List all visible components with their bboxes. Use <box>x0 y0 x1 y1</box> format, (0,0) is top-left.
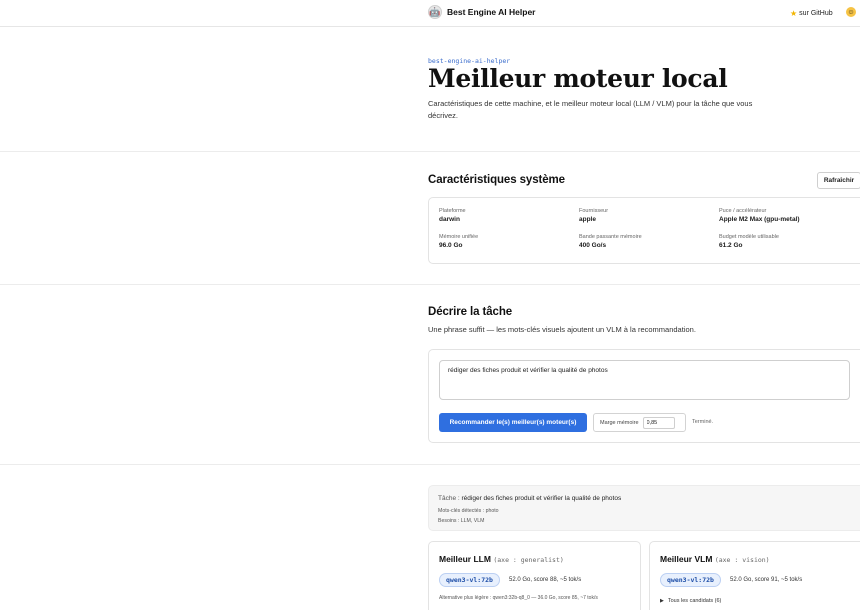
spec-label: Plateforme <box>439 208 466 214</box>
spec-label: Budget modèle utilisable <box>719 234 779 240</box>
spec-label: Fournisseur <box>579 208 609 214</box>
brand-name: Best Engine AI Helper <box>447 7 536 17</box>
spec-label: Mémoire unifiée <box>439 234 479 240</box>
best-vlm-card: Meilleur VLM (axe : vision) qwen3-vl:72b… <box>649 541 860 610</box>
best-vlm-axis: (axe : vision) <box>714 556 770 564</box>
model-tag[interactable]: qwen3-vl:72b <box>439 573 500 587</box>
spec-value: 96.0 Go <box>439 242 463 249</box>
robot-logo-icon: 🤖 <box>428 5 442 19</box>
spec-value: 400 Go/s <box>579 242 607 249</box>
system-specs-card: Plateforme darwin Fournisseur apple Puce… <box>428 197 860 264</box>
task-section-title: Décrire la tâche <box>428 306 513 318</box>
summary-needs: Besoins : LLM, VLM <box>438 518 485 524</box>
best-vlm-heading: Meilleur VLM <box>660 554 713 564</box>
github-link[interactable]: ★ sur GitHub <box>790 9 833 18</box>
model-tag[interactable]: qwen3-vl:72b <box>660 573 721 587</box>
memory-margin-control: Marge mémoire <box>593 413 686 432</box>
model-stats: 52.0 Go, score 88, ~5 tok/s <box>509 577 582 583</box>
top-bar: 🤖 Best Engine AI Helper ★ sur GitHub ☺ <box>0 0 860 27</box>
spec-item: Budget modèle utilisable 61.2 Go <box>719 233 859 250</box>
memory-margin-input[interactable] <box>642 416 675 429</box>
refresh-button[interactable]: Rafraîchir <box>817 172 860 189</box>
spec-item: Bande passante mémoire 400 Go/s <box>579 233 719 250</box>
section-divider <box>0 151 860 152</box>
best-vlm-title: Meilleur VLM (axe : vision) <box>660 554 770 564</box>
spec-item: Mémoire unifiée 96.0 Go <box>439 233 579 250</box>
brand[interactable]: 🤖 Best Engine AI Helper <box>428 5 535 19</box>
spec-value: apple <box>579 216 596 223</box>
page-subtitle: Caractéristiques de cette machine, et le… <box>428 99 753 120</box>
github-link-label: sur GitHub <box>799 10 833 17</box>
section-divider <box>0 464 860 465</box>
spec-value: 61.2 Go <box>719 242 743 249</box>
all-candidates-toggle[interactable]: ▶ Tous les candidats (6) <box>660 598 721 604</box>
best-llm-axis: (axe : generalist) <box>493 556 564 564</box>
lighter-alternative: Alternative plus légère : qwen3:32b-q8_0… <box>439 595 598 601</box>
best-llm-card: Meilleur LLM (axe : generalist) qwen3-vl… <box>428 541 641 610</box>
memory-margin-label: Marge mémoire <box>600 419 639 426</box>
spec-item: Plateforme darwin <box>439 207 579 224</box>
task-description-input[interactable]: rédiger des fiches produit et vérifier l… <box>439 360 850 400</box>
system-section-title: Caractéristiques système <box>428 174 565 186</box>
summary-task: Tâche : rédiger des fiches produit et vé… <box>438 495 621 502</box>
spec-item: Fournisseur apple <box>579 207 719 224</box>
result-summary: Tâche : rédiger des fiches produit et vé… <box>428 485 860 531</box>
spec-value: darwin <box>439 216 460 223</box>
spec-grid: Plateforme darwin Fournisseur apple Puce… <box>439 207 859 250</box>
status-text: Terminé. <box>692 419 714 425</box>
model-stats: 52.0 Go, score 91, ~5 tok/s <box>730 577 803 583</box>
summary-task-key: Tâche : <box>438 495 460 502</box>
spec-label: Bande passante mémoire <box>579 234 642 240</box>
page-title: Meilleur moteur local <box>428 64 728 93</box>
best-llm-title: Meilleur LLM (axe : generalist) <box>439 554 564 564</box>
spec-item: Puce / accélérateur Apple M2 Max (gpu-me… <box>719 207 859 224</box>
star-icon: ★ <box>790 9 798 18</box>
smiley-avatar-icon[interactable]: ☺ <box>846 7 856 17</box>
best-llm-heading: Meilleur LLM <box>439 554 491 564</box>
recommend-button[interactable]: Recommander le(s) meilleur(s) moteur(s) <box>439 413 587 432</box>
task-hint: Une phrase suffit — les mots-clés visuel… <box>428 325 696 334</box>
all-candidates-label: Tous les candidats (6) <box>667 598 722 604</box>
summary-keywords: Mots-clés détectés : photo <box>438 508 499 514</box>
disclosure-triangle-icon: ▶ <box>660 598 664 604</box>
spec-value: Apple M2 Max (gpu-metal) <box>719 216 800 223</box>
summary-task-value: rédiger des fiches produit et vérifier l… <box>461 495 622 502</box>
section-divider <box>0 284 860 285</box>
spec-label: Puce / accélérateur <box>719 208 767 214</box>
